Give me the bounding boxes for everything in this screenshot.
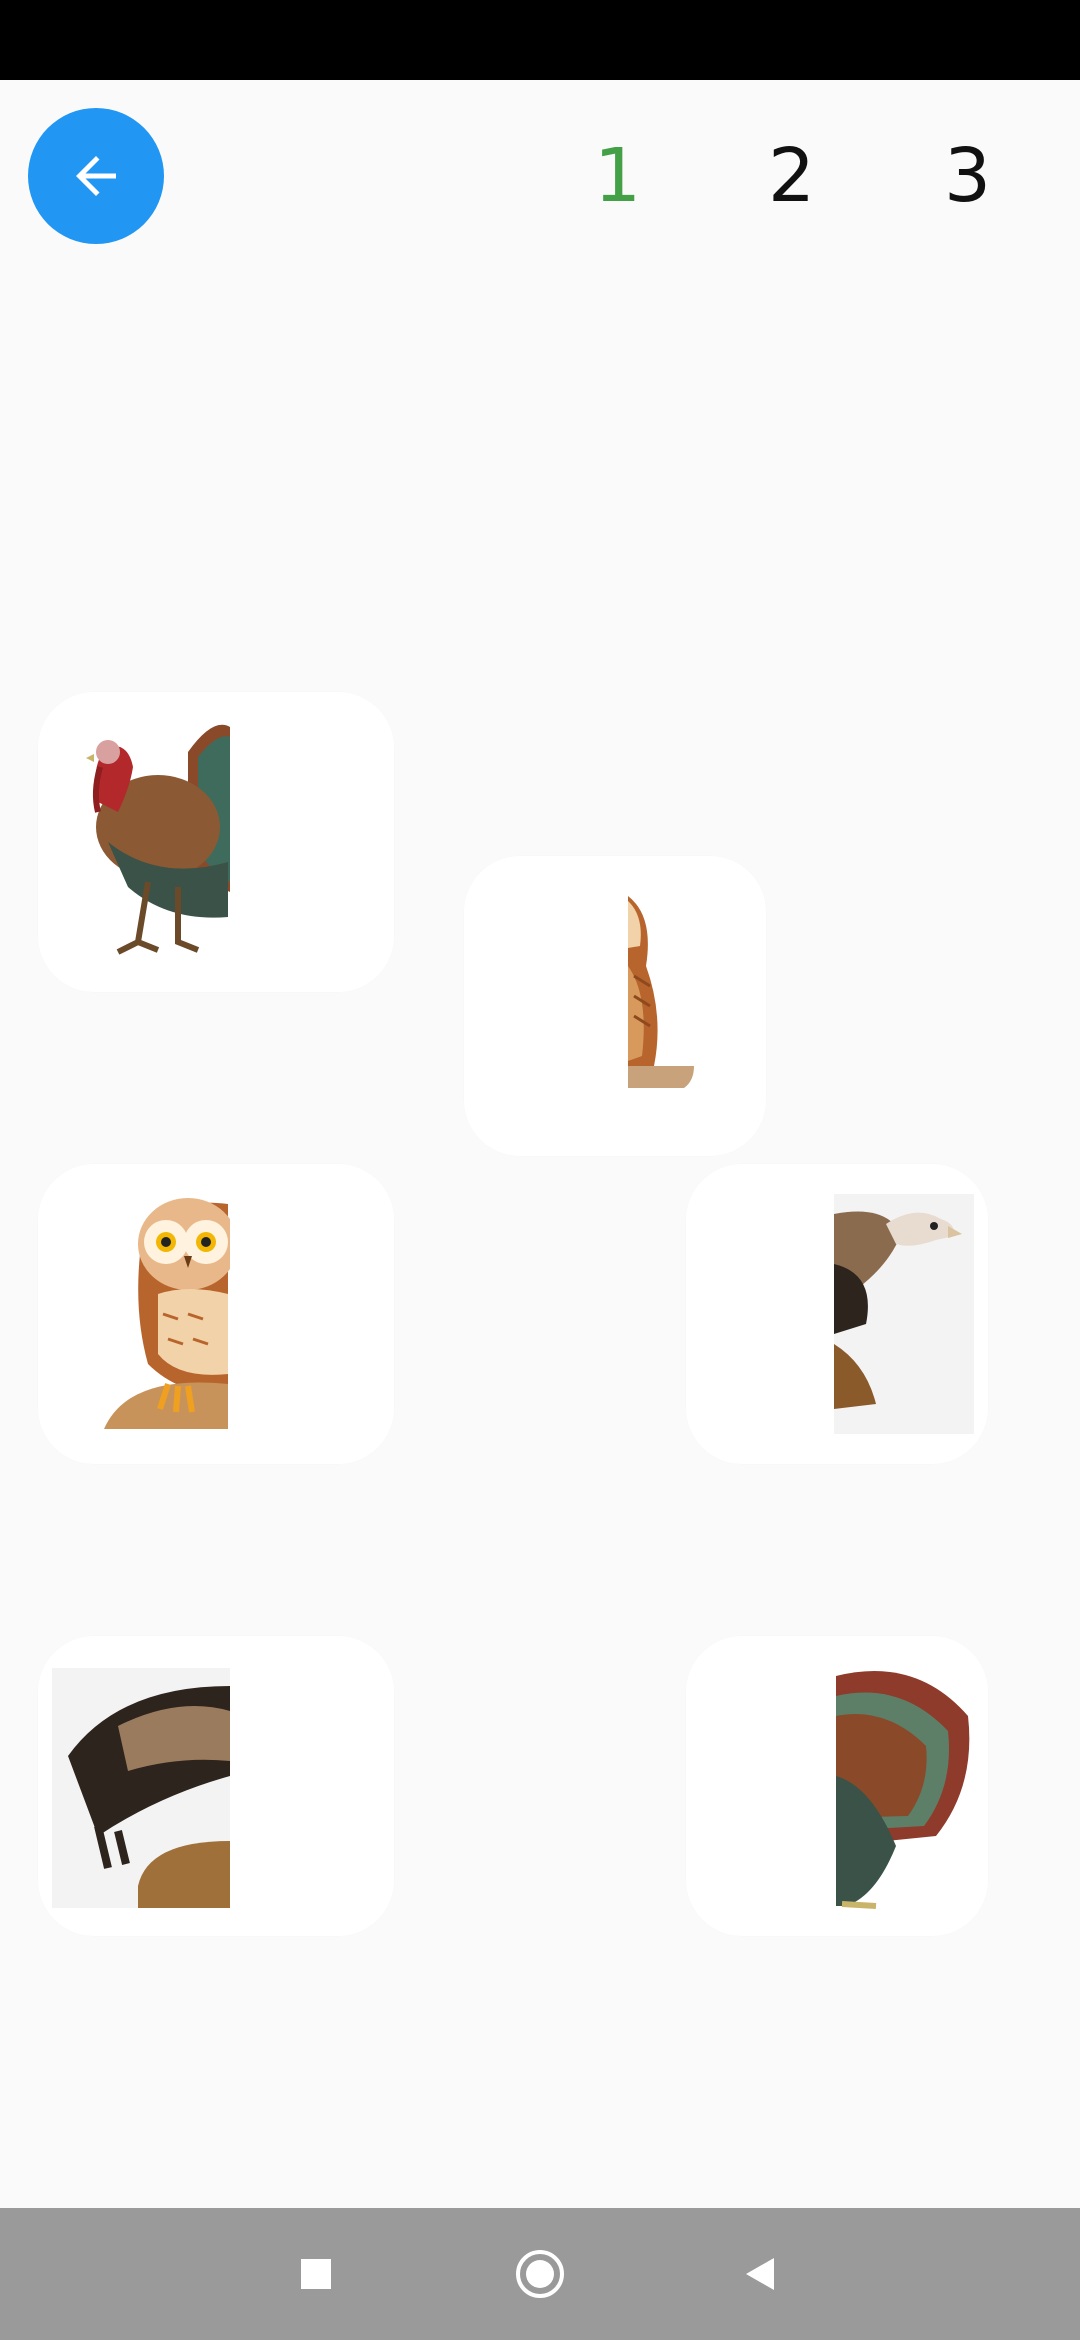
- vulture-right-half-image: [834, 1194, 974, 1434]
- level-tab-1[interactable]: 1: [594, 128, 641, 224]
- status-bar: [0, 0, 1080, 80]
- home-button[interactable]: [480, 2208, 600, 2340]
- puzzle-card-vulture-right[interactable]: [686, 1164, 988, 1464]
- owl-left-half-image: [104, 1164, 394, 1464]
- circle-icon: [516, 2250, 564, 2298]
- triangle-back-icon: [746, 2258, 774, 2290]
- back-button[interactable]: [28, 108, 164, 244]
- puzzle-card-turkey-left[interactable]: [38, 692, 394, 992]
- vulture-left-half-image: [52, 1636, 394, 1936]
- level-tab-2[interactable]: 2: [768, 128, 815, 224]
- arrow-left-icon: [76, 156, 116, 196]
- square-icon: [301, 2259, 331, 2289]
- puzzle-card-vulture-left[interactable]: [38, 1636, 394, 1936]
- owl-right-half-image: [628, 896, 694, 1088]
- puzzle-card-owl-right[interactable]: [464, 856, 766, 1156]
- puzzle-card-owl-left[interactable]: [38, 1164, 394, 1464]
- system-back-button[interactable]: [700, 2208, 820, 2340]
- turkey-left-half-image: [86, 692, 394, 992]
- navigation-bar: [0, 2208, 1080, 2340]
- recents-button[interactable]: [256, 2208, 376, 2340]
- level-tab-3[interactable]: 3: [944, 128, 991, 224]
- turkey-right-half-image: [836, 1671, 970, 1909]
- puzzle-card-turkey-right[interactable]: [686, 1636, 988, 1936]
